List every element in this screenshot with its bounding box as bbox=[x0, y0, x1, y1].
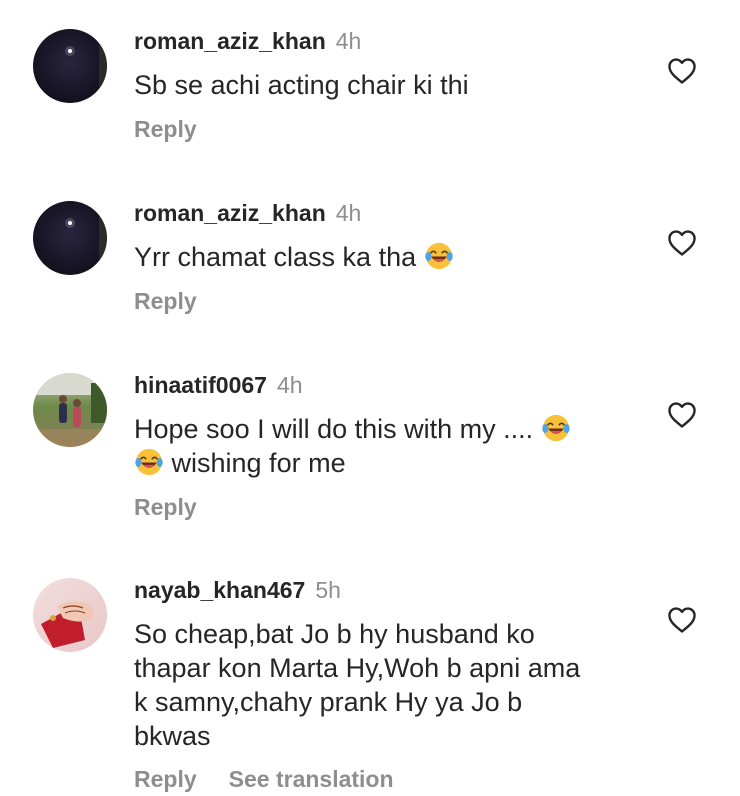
comment-time: 4h bbox=[276, 372, 303, 398]
heart-outline-icon[interactable] bbox=[665, 399, 699, 431]
heart-outline-icon[interactable] bbox=[665, 227, 699, 259]
comment-time: 4h bbox=[335, 28, 362, 54]
night-sky-avatar-image bbox=[33, 29, 107, 103]
comment-username[interactable]: hinaatif0067 bbox=[134, 372, 267, 398]
comment-text-line: So cheap,bat Jo b hy husband ko bbox=[134, 619, 535, 649]
see-translation-button[interactable]: See translation bbox=[229, 766, 394, 792]
henna-hand-avatar-image bbox=[33, 578, 107, 652]
comment-username[interactable]: roman_aziz_khan bbox=[134, 28, 326, 54]
reply-button[interactable]: Reply bbox=[134, 116, 197, 142]
heart-outline-icon[interactable] bbox=[665, 604, 699, 636]
reply-button[interactable]: Reply bbox=[134, 288, 197, 314]
avatar[interactable] bbox=[33, 29, 107, 103]
comment-text-line: wishing for me bbox=[171, 448, 346, 478]
laughing-tears-emoji bbox=[541, 413, 571, 443]
avatar[interactable] bbox=[33, 578, 107, 652]
comment-username[interactable]: nayab_khan467 bbox=[134, 577, 305, 603]
laughing-tears-emoji bbox=[424, 241, 454, 271]
reply-button[interactable]: Reply bbox=[134, 766, 197, 792]
reply-button[interactable]: Reply bbox=[134, 494, 197, 520]
heart-outline-icon[interactable] bbox=[665, 55, 699, 87]
comment-text-line: k samny,chahy prank Hy ya Jo b bbox=[134, 687, 523, 717]
night-sky-avatar-image bbox=[33, 201, 107, 275]
comment-text: Sb se achi acting chair ki thi bbox=[134, 68, 614, 102]
avatar[interactable] bbox=[33, 373, 107, 447]
comment-text-line: Hope soo I will do this with my .... bbox=[134, 414, 534, 444]
comment-username[interactable]: roman_aziz_khan bbox=[134, 200, 326, 226]
comment-time: 5h bbox=[315, 577, 341, 603]
comment-text: Hope soo I will do this with my .... wis… bbox=[134, 412, 614, 480]
comment-text-line: thapar kon Marta Hy,Woh b apni ama bbox=[134, 653, 581, 683]
comment-text: So cheap,bat Jo b hy husband ko thapar k… bbox=[134, 617, 614, 753]
laughing-tears-emoji bbox=[134, 447, 164, 477]
comment-time: 4h bbox=[335, 200, 362, 226]
avatar[interactable] bbox=[33, 201, 107, 275]
comment-text-line: Sb se achi acting chair ki thi bbox=[134, 70, 469, 100]
comment-text-line: Yrr chamat class ka tha bbox=[134, 242, 417, 272]
comment-text: Yrr chamat class ka tha bbox=[134, 240, 614, 274]
comment-text-line: bkwas bbox=[134, 721, 211, 751]
children-outdoor-avatar-image bbox=[33, 373, 107, 447]
